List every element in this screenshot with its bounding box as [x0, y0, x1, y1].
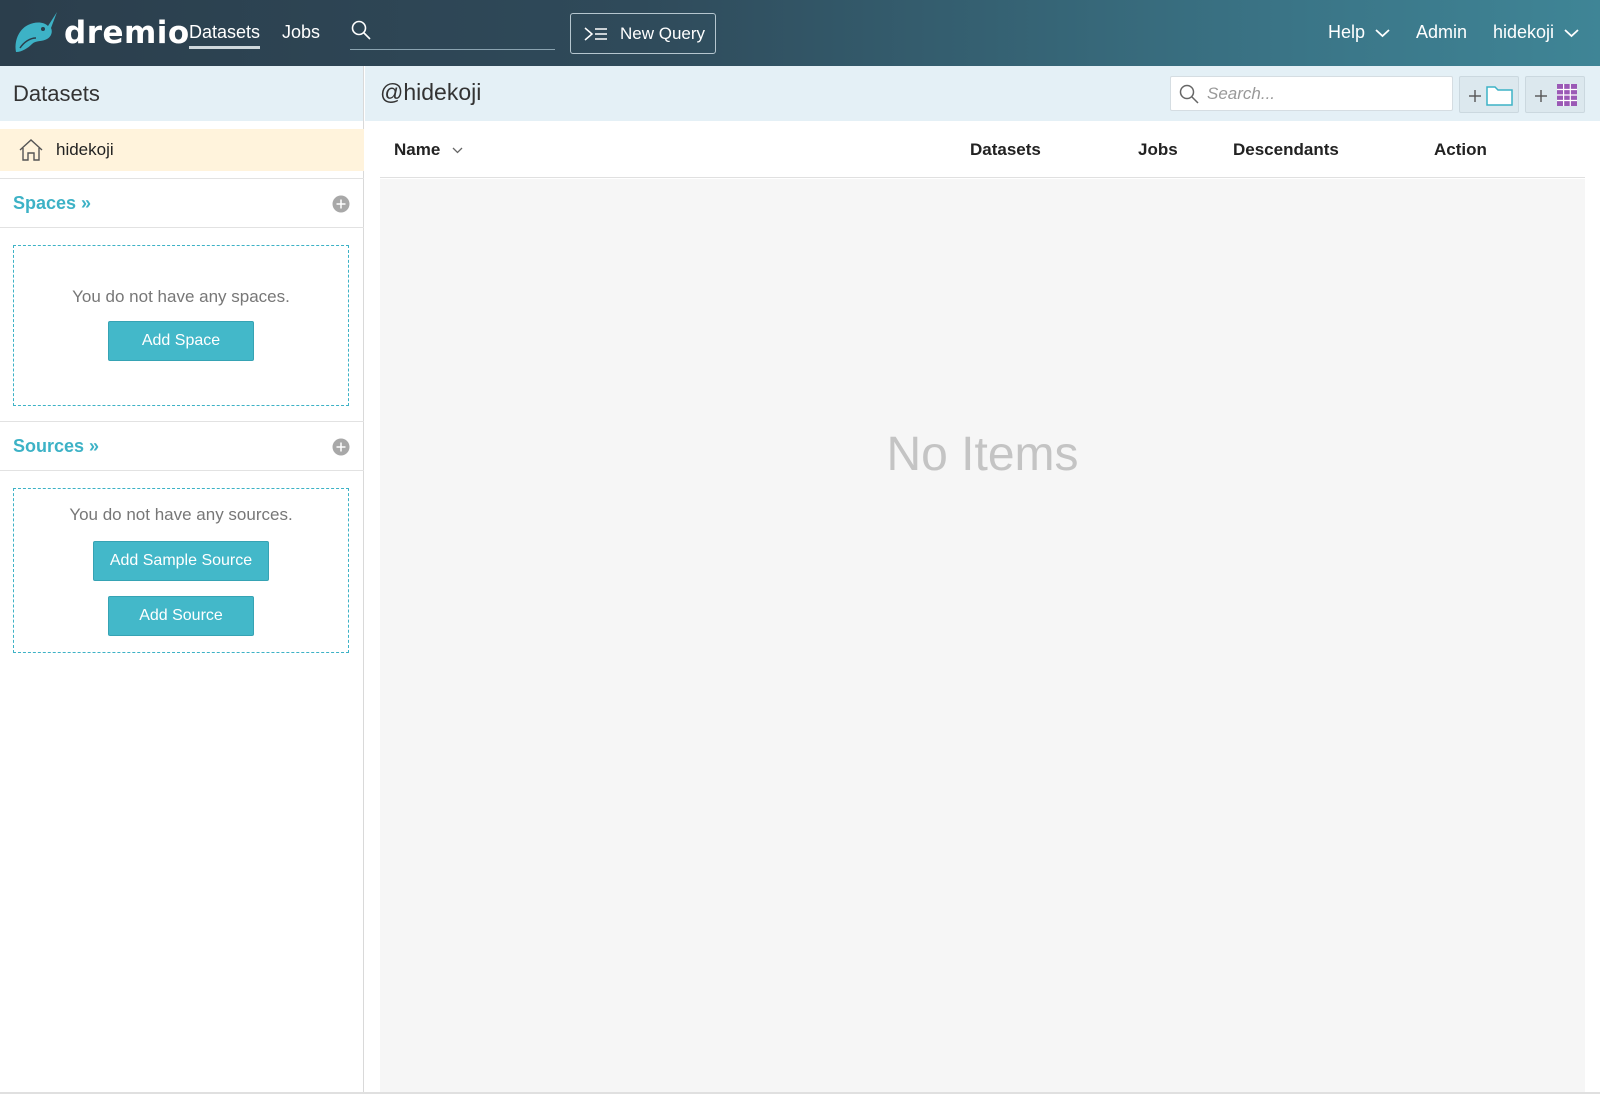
column-jobs: Jobs	[1138, 140, 1178, 159]
help-menu[interactable]: Help	[1328, 22, 1390, 43]
user-menu[interactable]: hidekoji	[1493, 22, 1579, 43]
nav-jobs[interactable]: Jobs	[282, 22, 320, 43]
help-label: Help	[1328, 22, 1366, 42]
spaces-empty-state: You do not have any spaces. Add Space	[13, 245, 349, 406]
new-query-button[interactable]: New Query	[570, 13, 716, 54]
admin-label: Admin	[1416, 22, 1468, 42]
empty-message: No Items	[886, 428, 1079, 481]
search-icon	[1179, 84, 1199, 104]
narwhal-logo-icon	[15, 12, 57, 52]
column-name-label: Name	[394, 140, 441, 159]
global-search-input[interactable]	[380, 18, 550, 46]
page-title: @hidekoji	[380, 79, 482, 105]
add-dataset-icon	[1535, 83, 1577, 106]
new-query-label: New Query	[620, 23, 706, 43]
items-list: No Items	[380, 179, 1585, 1094]
admin-link[interactable]: Admin	[1416, 22, 1467, 43]
dremio-logo[interactable]: dremio	[10, 8, 190, 58]
sidebar-title: Datasets	[13, 80, 100, 106]
add-circle-icon[interactable]	[332, 195, 350, 213]
dataset-search-input[interactable]	[1207, 81, 1447, 107]
chevron-down-icon	[1375, 28, 1390, 37]
add-circle-icon[interactable]	[332, 438, 350, 456]
spaces-link[interactable]: Spaces »	[13, 193, 91, 214]
search-icon[interactable]	[350, 19, 372, 41]
user-label: hidekoji	[1493, 22, 1555, 42]
add-space-button[interactable]: Add Space	[108, 321, 254, 361]
nav-datasets[interactable]: Datasets	[189, 22, 261, 49]
spaces-empty-text: You do not have any spaces.	[72, 287, 290, 306]
add-dataset-button[interactable]	[1525, 76, 1585, 113]
home-space-label: hidekoji	[56, 140, 114, 159]
dataset-search	[1170, 76, 1453, 111]
sources-empty-state: You do not have any sources. Add Sample …	[13, 488, 349, 653]
chevron-down-icon	[452, 147, 463, 153]
sources-empty-text: You do not have any sources.	[69, 505, 293, 524]
brand-name: dremio	[64, 15, 190, 51]
chevron-down-icon	[1564, 28, 1579, 37]
spaces-section-header: Spaces »	[0, 178, 364, 228]
column-descendants: Descendants	[1233, 140, 1339, 159]
left-sidebar: Datasets hidekoji Spaces » You do not ha…	[0, 66, 364, 1094]
sources-link[interactable]: Sources »	[13, 436, 99, 457]
column-name-sortable[interactable]: Name	[394, 140, 463, 160]
sidebar-header: Datasets	[0, 66, 363, 121]
global-search	[350, 18, 555, 50]
top-navigation-bar: dremio Datasets Jobs New Query Help Admi…	[0, 0, 1600, 66]
main-header: @hidekoji	[365, 66, 1600, 121]
sources-section-header: Sources »	[0, 421, 364, 471]
column-datasets: Datasets	[970, 140, 1041, 159]
home-icon	[19, 139, 43, 161]
add-folder-icon	[1469, 85, 1513, 106]
home-space-item[interactable]: hidekoji	[0, 129, 364, 171]
add-folder-button[interactable]	[1459, 76, 1519, 113]
sql-editor-icon	[584, 26, 607, 41]
table-header: Name Datasets Jobs Descendants Action	[380, 121, 1585, 178]
main-content: @hidekoji Search... Name Datasets Jobs D…	[365, 66, 1600, 1094]
column-action: Action	[1434, 140, 1487, 159]
add-source-button[interactable]: Add Source	[108, 596, 254, 636]
add-sample-source-button[interactable]: Add Sample Source	[93, 541, 269, 581]
